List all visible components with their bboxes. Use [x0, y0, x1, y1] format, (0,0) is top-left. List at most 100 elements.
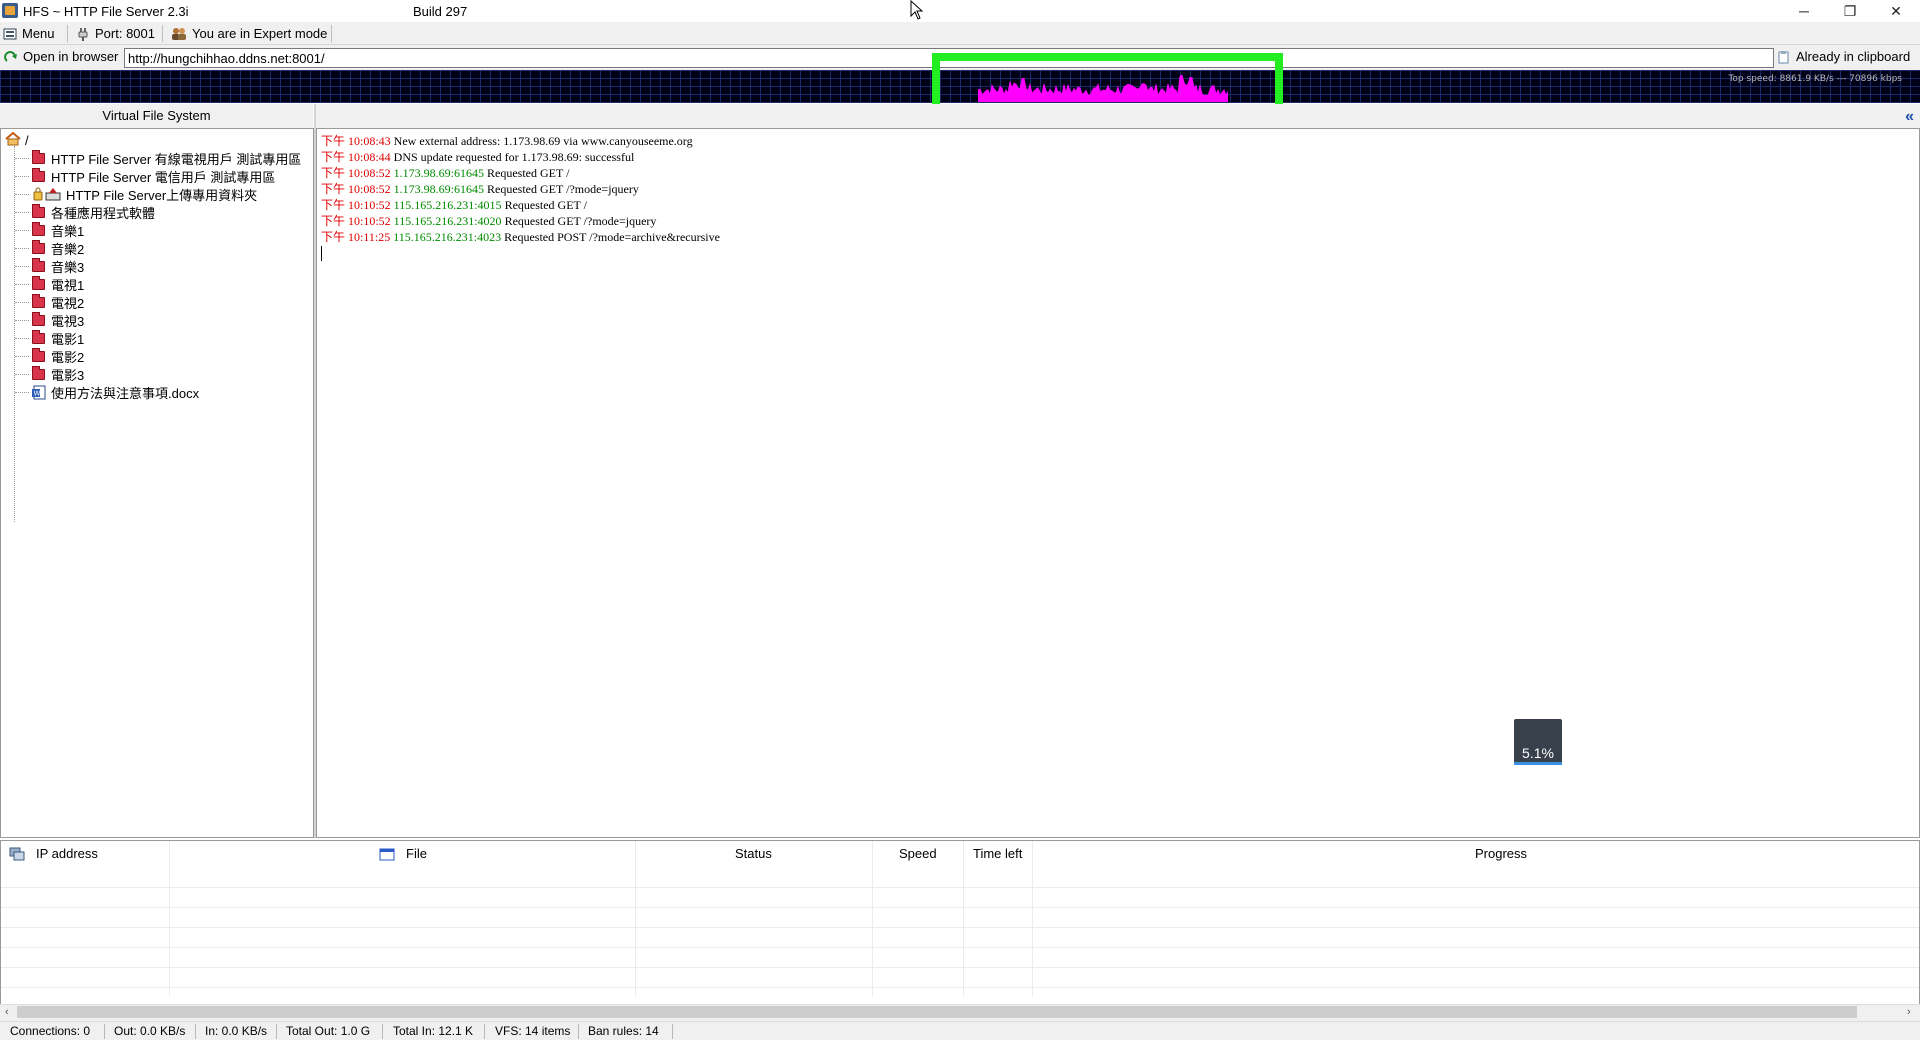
log-line: 下午 10:08:43 New external address: 1.173.…: [321, 133, 1915, 149]
menu-divider: [162, 25, 163, 42]
vfs-item[interactable]: W 使用方法與注意事項.docx: [32, 383, 199, 401]
vfs-item[interactable]: 音樂2: [32, 239, 84, 257]
folder-icon: [32, 257, 45, 272]
close-button[interactable]: ✕: [1873, 0, 1919, 22]
restore-button[interactable]: ❐: [1827, 0, 1873, 22]
vfs-item-label: 電影3: [51, 367, 85, 383]
folder-icon: [32, 347, 45, 362]
mouse-cursor-icon: [910, 0, 924, 20]
vfs-item-label: 音樂1: [51, 223, 85, 239]
folder-icon: [32, 365, 45, 380]
vfs-item-label: 電視3: [51, 313, 85, 329]
menu-divider: [331, 25, 332, 42]
log-time: 下午 10:08:43: [321, 134, 391, 148]
vfs-item-label: 音樂3: [51, 259, 85, 275]
column-header-ip[interactable]: IP address: [36, 841, 98, 867]
folder-icon: [32, 329, 45, 344]
vfs-item[interactable]: 電視2: [32, 293, 84, 311]
log-time: 下午 10:11:25: [321, 230, 391, 244]
log-time: 下午 10:08:52: [321, 182, 391, 196]
port-button[interactable]: Port: 8001: [76, 24, 155, 43]
log-line: 下午 10:11:25 115.165.216.231:4023 Request…: [321, 229, 1915, 245]
vfs-item-label: HTTP File Server 有線電視用戶 測試專用區: [51, 151, 302, 167]
log-message: Requested GET /?mode=jquery: [504, 214, 657, 228]
clipboard-icon: [1777, 50, 1791, 64]
green-arrow-icon: [4, 50, 18, 64]
folder-icon: [32, 239, 45, 254]
menu-divider: [67, 25, 68, 42]
log-line: 下午 10:08:52 1.173.98.69:61645 Requested …: [321, 165, 1915, 181]
status-total-in: Total In: 12.1 K: [393, 1024, 474, 1038]
scroll-right-icon[interactable]: ›: [1907, 1006, 1911, 1018]
log-time: 下午 10:10:52: [321, 198, 391, 212]
expert-mode-button[interactable]: You are in Expert mode: [171, 24, 327, 43]
vfs-item-label: 電影2: [51, 349, 85, 365]
log-ip: 115.165.216.231:4023: [393, 230, 502, 244]
vfs-item-label: HTTP File Server上傳專用資料夾: [66, 187, 258, 203]
vfs-item[interactable]: 電視3: [32, 311, 84, 329]
log-time: 下午 10:08:44: [321, 150, 391, 164]
log-area[interactable]: 下午 10:08:43 New external address: 1.173.…: [316, 128, 1920, 838]
clipboard-button[interactable]: Already in clipboard: [1777, 47, 1910, 66]
vfs-item-label: 各種應用程式軟體: [51, 205, 156, 221]
vfs-item[interactable]: HTTP File Server上傳專用資料夾: [32, 185, 257, 203]
status-bar: Connections: 0 Out: 0.0 KB/s In: 0.0 KB/…: [0, 1021, 1920, 1040]
folder-icon: [32, 167, 45, 182]
vfs-item[interactable]: 電視1: [32, 275, 84, 293]
network-icon: [9, 847, 25, 864]
log-line: 下午 10:10:52 115.165.216.231:4020 Request…: [321, 213, 1915, 229]
connections-table[interactable]: IP address File Status Speed Time left P…: [0, 840, 1920, 1005]
expert-mode-label: You are in Expert mode: [192, 26, 328, 41]
vfs-item[interactable]: 電影3: [32, 365, 84, 383]
svg-text:W: W: [34, 389, 41, 397]
column-header-time-left[interactable]: Time left: [973, 841, 1022, 867]
log-message: Requested POST /?mode=archive&recursive: [504, 230, 720, 244]
vfs-item[interactable]: 電影2: [32, 347, 84, 365]
log-message: Requested GET /: [487, 166, 570, 180]
log-time: 下午 10:10:52: [321, 214, 391, 228]
vfs-item[interactable]: 各種應用程式軟體: [32, 203, 155, 221]
vfs-item-label: 電視2: [51, 295, 85, 311]
log-time: 下午 10:08:52: [321, 166, 391, 180]
vfs-item[interactable]: 音樂1: [32, 221, 84, 239]
log-ip: 115.165.216.231:4020: [393, 214, 502, 228]
log-line: 下午 10:08:52 1.173.98.69:61645 Requested …: [321, 181, 1915, 197]
folder-icon: [32, 275, 45, 290]
vfs-item-label: 電影1: [51, 331, 85, 347]
log-message: DNS update requested for 1.173.98.69: su…: [393, 150, 635, 164]
open-in-browser-button[interactable]: Open in browser: [4, 47, 118, 66]
title-bar: HFS ~ HTTP File Server 2.3i Build 297 ─ …: [0, 0, 1920, 22]
status-ban-rules: Ban rules: 14: [588, 1024, 659, 1038]
log-message: Requested GET /: [504, 198, 587, 212]
vfs-tree[interactable]: / HTTP File Server 有線電視用戶 測試專用區 HTTP File…: [0, 128, 314, 838]
progress-overlay-badge: 5.1%: [1514, 719, 1562, 765]
minimize-button[interactable]: ─: [1781, 0, 1827, 22]
status-in: In: 0.0 KB/s: [205, 1024, 268, 1038]
collapse-double-chevron-icon[interactable]: «: [1905, 108, 1914, 126]
upload-folder-icon: [32, 187, 62, 201]
vfs-item[interactable]: 電影1: [32, 329, 84, 347]
clipboard-label: Already in clipboard: [1796, 49, 1911, 64]
vfs-header: Virtual File System: [0, 104, 313, 128]
column-header-file[interactable]: File: [406, 841, 427, 867]
menu-button[interactable]: Menu: [3, 24, 55, 43]
folder-icon: [32, 203, 45, 218]
hfs-app-icon: [2, 3, 18, 18]
top-speed-readout: Top speed: 8861.9 KB/s --- 70896 kbps: [1728, 74, 1902, 84]
column-header-status[interactable]: Status: [735, 841, 772, 867]
vfs-item[interactable]: HTTP File Server 有線電視用戶 測試專用區: [32, 149, 301, 167]
column-header-progress[interactable]: Progress: [1475, 841, 1527, 867]
vfs-item[interactable]: HTTP File Server 電信用戶 測試專用區: [32, 167, 275, 185]
folder-icon: [32, 149, 45, 164]
vfs-item[interactable]: 音樂3: [32, 257, 84, 275]
scroll-left-icon[interactable]: ‹: [5, 1006, 9, 1018]
scrollbar-thumb[interactable]: [17, 1006, 1857, 1018]
menu-label: Menu: [22, 26, 55, 41]
vfs-root[interactable]: /: [5, 131, 29, 149]
column-header-speed[interactable]: Speed: [899, 841, 937, 867]
folder-icon: [32, 221, 45, 236]
status-out: Out: 0.0 KB/s: [114, 1024, 186, 1038]
status-connections: Connections: 0: [10, 1024, 91, 1038]
status-total-out: Total Out: 1.0 G: [286, 1024, 371, 1038]
log-message: Requested GET /?mode=jquery: [487, 182, 639, 196]
